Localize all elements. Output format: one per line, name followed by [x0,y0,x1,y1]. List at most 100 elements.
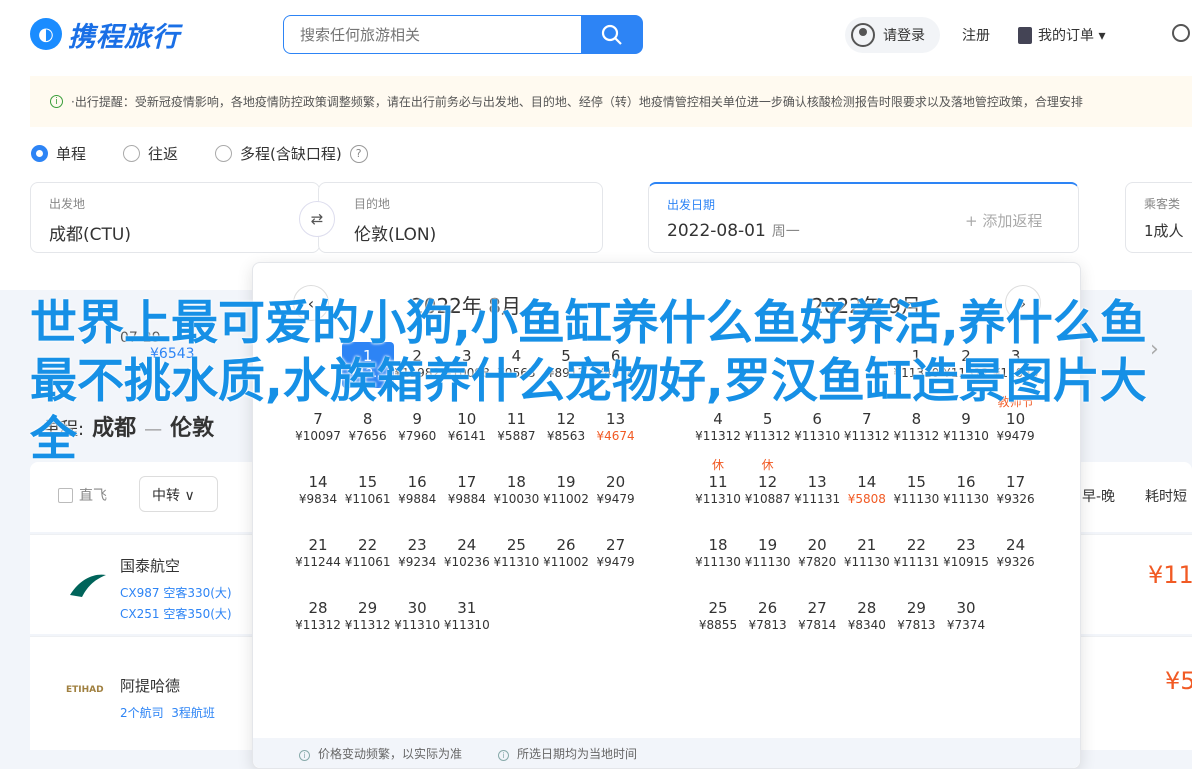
flight-detail[interactable]: CX987 空客330(大) [120,584,232,601]
travel-notice: i ·出行提醒：受新冠疫情影响，各地疫情防控政策调整频繁，请在出行前务必与出发地… [30,76,1192,127]
calendar-day[interactable]: 29 ¥11312 [342,599,394,633]
search-icon [601,24,622,45]
day-number: 26 [556,536,576,554]
swap-cities-button[interactable]: ⇄ [299,201,335,237]
day-price: ¥9884 [447,492,486,506]
calendar-day[interactable]: 24 ¥9326 [990,536,1042,570]
day-price: ¥9479 [596,492,635,506]
day-number: 18 [708,536,728,554]
calendar-day[interactable]: 23 ¥9234 [391,536,443,570]
calendar-day[interactable]: 28 ¥8340 [841,599,893,633]
register-link[interactable]: 注册 [962,25,990,45]
calendar-day[interactable]: 15 ¥11130 [890,473,942,507]
day-price: ¥11130 [893,492,940,506]
calendar-day[interactable]: 20 ¥9479 [590,473,642,507]
day-price: ¥9326 [996,555,1035,569]
calendar-day[interactable]: 30 ¥11310 [391,599,443,633]
calendar-day[interactable]: 17 ¥9326 [990,473,1042,507]
calendar-day[interactable]: 15 ¥11061 [342,473,394,507]
sort-early-late[interactable]: 早-晚 [1082,486,1115,506]
passenger-value: 1成人 [1144,222,1184,240]
calendar-day[interactable]: 21 ¥11130 [841,536,893,570]
origin-field[interactable]: 出发地 成都(CTU) [30,182,320,253]
day-price: ¥10236 [443,555,490,569]
day-number: 18 [506,473,526,491]
calendar-day[interactable]: 31 ¥11310 [441,599,493,633]
day-price: ¥11244 [295,555,341,569]
calendar-day[interactable]: 21 ¥11244 [292,536,344,570]
info-icon: i [498,749,510,761]
day-number: 27 [807,599,827,617]
info-icon: i [50,95,63,108]
direct-filter[interactable]: 直飞 [58,485,107,505]
day-number: 25 [708,599,728,617]
day-price: ¥5808 [847,492,886,506]
day-price: ¥11131 [893,555,940,569]
calendar-day[interactable]: 13 ¥11131 [791,473,843,507]
day-number: 16 [956,473,976,491]
calendar-day[interactable]: 20 ¥7820 [791,536,843,570]
calendar-day[interactable]: 23 ¥10915 [940,536,992,570]
calendar-day[interactable]: 29 ¥7813 [890,599,942,633]
calendar-day[interactable]: 18 ¥11130 [692,536,744,570]
day-price: ¥11130 [695,555,741,569]
calendar-day[interactable]: 25 ¥11310 [490,536,542,570]
calendar-day[interactable]: 24 ¥10236 [441,536,493,570]
calendar-day[interactable]: 14 ¥9834 [292,473,344,507]
calendar-day[interactable]: 休 11 ¥11310 [692,458,744,507]
flight-detail[interactable]: CX251 空客350(大) [120,605,232,622]
search-button[interactable] [581,15,643,54]
help-icon[interactable]: ? [349,144,368,163]
calendar-day[interactable]: 16 ¥11130 [940,473,992,507]
calendar-day[interactable]: 27 ¥7814 [791,599,843,633]
calendar-day[interactable]: 休 12 ¥10887 [742,458,794,507]
day-number: 20 [807,536,827,554]
trip-type-multi[interactable]: 多程(含缺口程) ? [215,143,368,164]
destination-field[interactable]: 目的地 伦敦(LON) [318,182,603,253]
day-price: ¥11130 [843,555,890,569]
trip-type-oneway[interactable]: 单程 [31,143,86,164]
headset-icon[interactable] [1172,24,1190,42]
flight-detail[interactable]: 2个航司 3程航班 [120,704,215,721]
footer-note: i 价格变动频繁，以实际为准 [299,745,462,762]
calendar-day[interactable]: 26 ¥7813 [742,599,794,633]
day-price: ¥11131 [794,492,841,506]
trip-type-label: 往返 [148,145,179,163]
calendar-day[interactable]: 16 ¥9884 [391,473,443,507]
add-return-button[interactable]: + 添加返程 [965,210,1042,231]
day-number: 23 [407,536,427,554]
passenger-label: 乘客类 [1144,197,1181,211]
site-logo[interactable]: ◐ 携程旅行 [30,14,180,54]
calendar-day[interactable]: 19 ¥11130 [742,536,794,570]
transfer-filter[interactable]: 中转 ∨ [139,476,218,512]
airline-name: 国泰航空 [120,557,181,575]
calendar-day[interactable]: 25 ¥8855 [692,599,744,633]
direct-label: 直飞 [79,488,107,504]
my-orders-menu[interactable]: 我的订单 ▾ [1018,25,1105,45]
passenger-field[interactable]: 乘客类 1成人 [1125,182,1192,253]
sort-duration[interactable]: 耗时短 [1145,486,1187,506]
calendar-day[interactable]: 26 ¥11002 [540,536,592,570]
destination-value: 伦敦(LON) [354,225,437,245]
day-price: ¥10915 [943,555,989,569]
day-number: 29 [906,599,926,617]
calendar-day[interactable]: 18 ¥10030 [490,473,542,507]
day-price: ¥9479 [596,555,635,569]
calendar-day[interactable]: 14 ¥5808 [841,473,893,507]
calendar-day[interactable]: 22 ¥11061 [342,536,394,570]
day-number: 20 [606,473,626,491]
calendar-day[interactable]: 28 ¥11312 [292,599,344,633]
calendar-day[interactable]: 19 ¥11002 [540,473,592,507]
day-number: 22 [358,536,378,554]
calendar-day[interactable]: 17 ¥9884 [441,473,493,507]
calendar-day[interactable]: 27 ¥9479 [590,536,642,570]
order-icon [1018,26,1032,44]
login-button[interactable]: 请登录 [845,17,940,53]
calendar-day[interactable]: 22 ¥11131 [890,536,942,570]
calendar-day[interactable]: 30 ¥7374 [940,599,992,633]
trip-type-roundtrip[interactable]: 往返 [123,143,178,164]
day-price: ¥8855 [698,618,738,632]
day-number: 28 [857,599,877,617]
footer-note: i 所选日期均为当地时间 [498,745,637,762]
search-input[interactable] [283,15,581,54]
